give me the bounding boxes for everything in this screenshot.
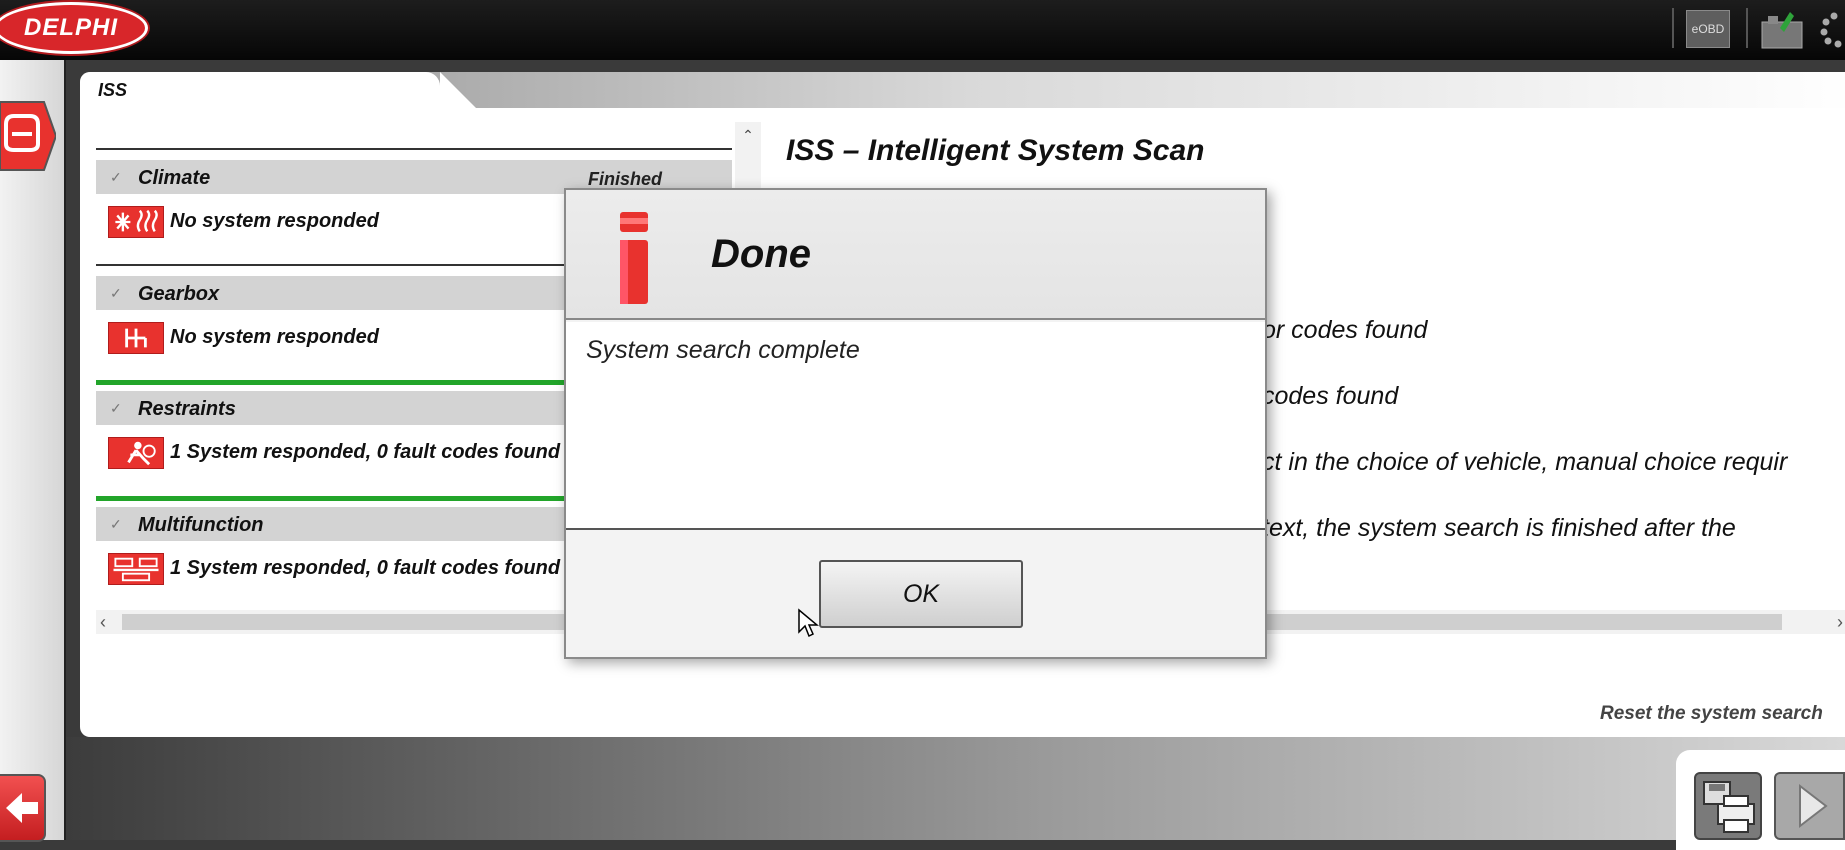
top-bar: DELPHI eOBD <box>0 0 1845 60</box>
eobd-label: eOBD <box>1691 22 1725 36</box>
back-button[interactable] <box>0 774 46 842</box>
scroll-up-icon[interactable]: ⌃ <box>735 122 761 148</box>
group-name: Climate <box>138 167 211 189</box>
gearbox-icon <box>108 322 164 354</box>
group-name: Restraints <box>138 398 236 420</box>
check-icon: ✓ <box>110 400 122 416</box>
info-icon <box>620 212 648 304</box>
tab-iss[interactable] <box>80 72 476 108</box>
group-name: Multifunction <box>138 514 264 536</box>
multifunction-icon <box>108 553 164 585</box>
group-result: No system responded <box>170 210 379 232</box>
scroll-left-icon[interactable]: ‹ <box>100 610 106 634</box>
delphi-logo: DELPHI <box>0 2 148 54</box>
loading-spinner-icon <box>1820 12 1842 48</box>
tab-iss-label: ISS <box>98 80 128 100</box>
save-print-button[interactable] <box>1694 772 1762 840</box>
check-icon: ✓ <box>110 285 122 301</box>
info-line: codes found <box>1262 382 1399 410</box>
dialog-body: System search complete <box>566 322 1265 530</box>
dialog-header: Done <box>566 190 1265 320</box>
eobd-button[interactable]: eOBD <box>1686 10 1730 48</box>
toolbar-divider <box>1672 8 1674 48</box>
ok-button[interactable]: OK <box>819 560 1023 628</box>
vci-connection-icon[interactable] <box>1760 8 1804 50</box>
iss-mode-icon[interactable] <box>0 100 56 172</box>
next-arrow-icon <box>1799 783 1828 829</box>
group-result: 1 System responded, 0 fault codes found <box>170 441 561 463</box>
scroll-right-icon[interactable]: › <box>1837 610 1843 634</box>
back-arrow-icon <box>6 793 38 823</box>
reset-system-search-link[interactable]: Reset the system search <box>1600 703 1823 725</box>
dialog-title: Done <box>711 232 811 276</box>
climate-icon <box>108 206 164 238</box>
save-print-icon <box>1703 781 1755 833</box>
info-title: ISS – Intelligent System Scan <box>786 134 1205 167</box>
airbag-icon <box>108 437 164 469</box>
group-result: 1 System responded, 0 fault codes found <box>170 557 561 579</box>
bottom-bar <box>66 737 1845 840</box>
info-line: or codes found <box>1262 316 1428 344</box>
brand-label: DELPHI <box>23 14 118 41</box>
left-sidebar <box>0 60 66 842</box>
list-top-divider <box>96 148 732 150</box>
next-button[interactable] <box>1774 772 1845 840</box>
check-icon: ✓ <box>110 169 122 185</box>
mouse-cursor-icon <box>798 608 819 638</box>
done-dialog: Done System search complete OK <box>564 188 1267 659</box>
info-line: text, the system search is finished afte… <box>1262 514 1736 542</box>
info-line: ct in the choice of vehicle, manual choi… <box>1262 448 1788 476</box>
toolbar-divider <box>1746 8 1748 48</box>
group-result: No system responded <box>170 326 379 348</box>
dialog-message: System search complete <box>586 336 860 364</box>
group-state: Finished <box>588 169 663 189</box>
check-icon: ✓ <box>110 516 122 532</box>
group-name: Gearbox <box>138 283 220 305</box>
